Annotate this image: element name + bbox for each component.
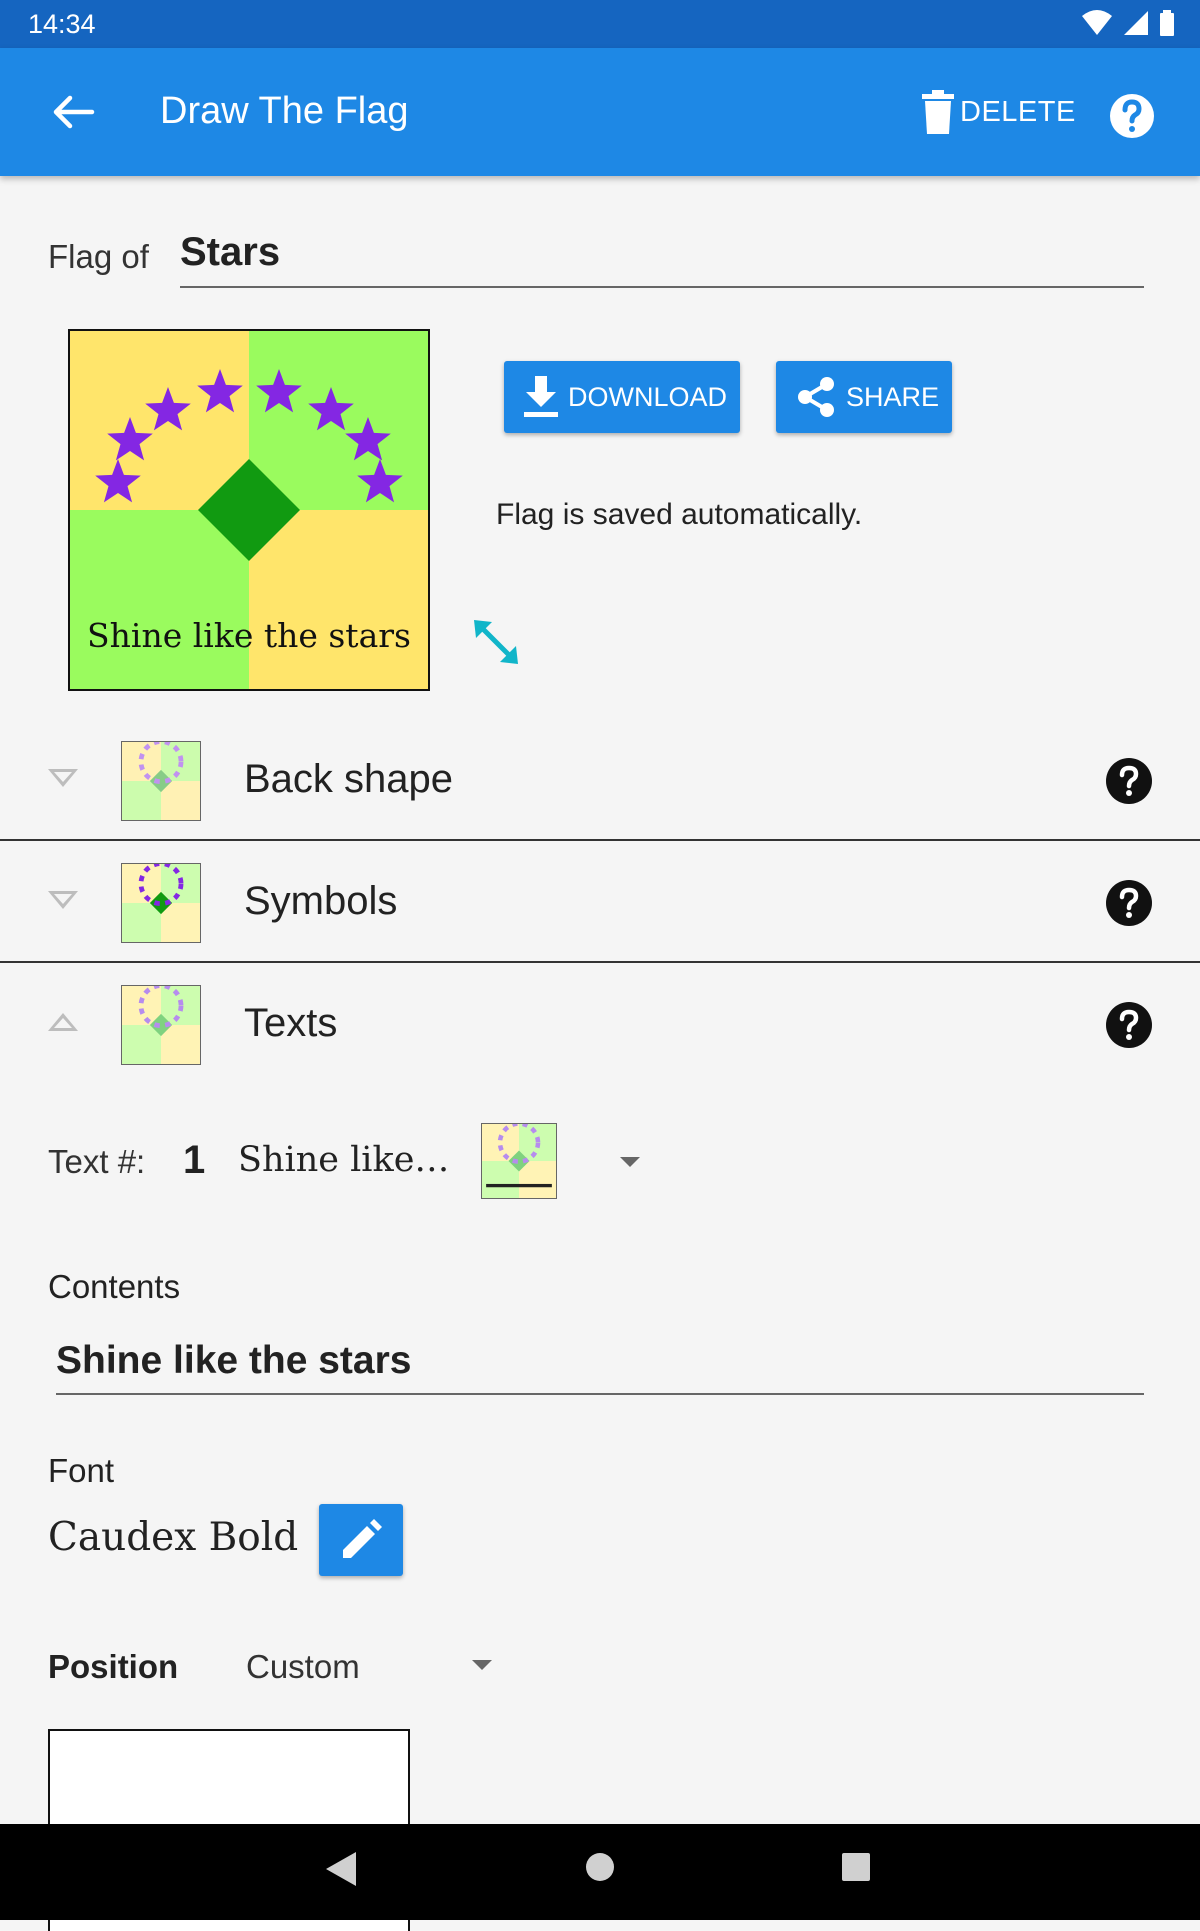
app-bar: Draw The Flag DELETE	[0, 48, 1200, 176]
chevron-down-icon[interactable]	[48, 891, 78, 911]
position-dropdown-arrow[interactable]	[472, 1660, 492, 1670]
text-number-value: 1	[183, 1138, 206, 1182]
text-selector[interactable]: Shine like…	[238, 1140, 449, 1180]
text-thumbnail	[481, 1121, 557, 1199]
question-icon[interactable]	[1106, 880, 1152, 926]
text-number-label: Text #:	[48, 1143, 146, 1180]
download-icon	[522, 376, 560, 418]
recents-nav-icon[interactable]	[842, 1853, 870, 1881]
expand-icon[interactable]	[472, 618, 520, 666]
position-select[interactable]: Custom	[246, 1648, 360, 1686]
help-icon[interactable]	[1108, 92, 1156, 140]
back-nav-icon[interactable]	[326, 1852, 356, 1886]
symbols-thumbnail	[121, 861, 201, 943]
section-label: Texts	[244, 1001, 338, 1045]
share-label: SHARE	[846, 381, 940, 412]
texts-thumbnail	[121, 983, 201, 1065]
position-label: Position	[48, 1648, 179, 1685]
signal-icon	[1124, 11, 1148, 35]
wifi-icon	[1082, 10, 1112, 35]
flag-motto: Shine like the stars	[87, 616, 411, 655]
font-label: Font	[48, 1452, 115, 1489]
back-arrow-icon[interactable]	[48, 88, 100, 136]
question-icon[interactable]	[1106, 1002, 1152, 1048]
status-bar: 14:34	[0, 0, 1200, 48]
download-button[interactable]: DOWNLOAD	[504, 361, 740, 433]
delete-button[interactable]: DELETE	[922, 86, 1076, 138]
flag-of-label: Flag of	[48, 238, 149, 275]
section-texts[interactable]: Texts	[0, 965, 1200, 1085]
flag-preview[interactable]: Shine like the stars	[68, 329, 430, 691]
contents-input[interactable]: Shine like the stars	[56, 1330, 1144, 1395]
status-icons	[1082, 10, 1174, 36]
share-icon	[794, 375, 838, 419]
flag-name-value: Stars	[180, 230, 281, 274]
text-dropdown-arrow[interactable]	[620, 1157, 640, 1167]
status-time: 14:34	[28, 9, 96, 39]
home-nav-icon[interactable]	[585, 1852, 615, 1882]
share-button[interactable]: SHARE	[776, 361, 952, 433]
edit-font-button[interactable]	[319, 1504, 403, 1576]
section-label: Back shape	[244, 757, 454, 801]
contents-value: Shine like the stars	[56, 1339, 412, 1382]
delete-label: DELETE	[960, 95, 1076, 128]
font-value: Caudex Bold	[48, 1515, 299, 1560]
contents-label: Contents	[48, 1268, 181, 1305]
battery-icon	[1160, 10, 1174, 36]
section-label: Symbols	[244, 879, 398, 923]
navigation-bar	[0, 1824, 1200, 1920]
autosave-message: Flag is saved automatically.	[496, 498, 863, 531]
chevron-down-icon[interactable]	[48, 769, 78, 789]
download-label: DOWNLOAD	[568, 381, 728, 412]
back-shape-thumbnail	[121, 739, 201, 821]
flag-name-input[interactable]: Stars	[180, 228, 1144, 288]
section-symbols[interactable]: Symbols	[0, 843, 1200, 963]
question-icon[interactable]	[1106, 758, 1152, 804]
section-back-shape[interactable]: Back shape	[0, 721, 1200, 841]
trash-icon	[922, 90, 954, 134]
divider	[0, 839, 1200, 841]
flag-quadrant-bl	[70, 510, 249, 689]
page-title: Draw The Flag	[160, 90, 409, 132]
flag-quadrant-br	[249, 510, 428, 689]
divider	[0, 961, 1200, 963]
chevron-up-icon[interactable]	[48, 1013, 78, 1033]
pencil-icon	[343, 1519, 382, 1558]
